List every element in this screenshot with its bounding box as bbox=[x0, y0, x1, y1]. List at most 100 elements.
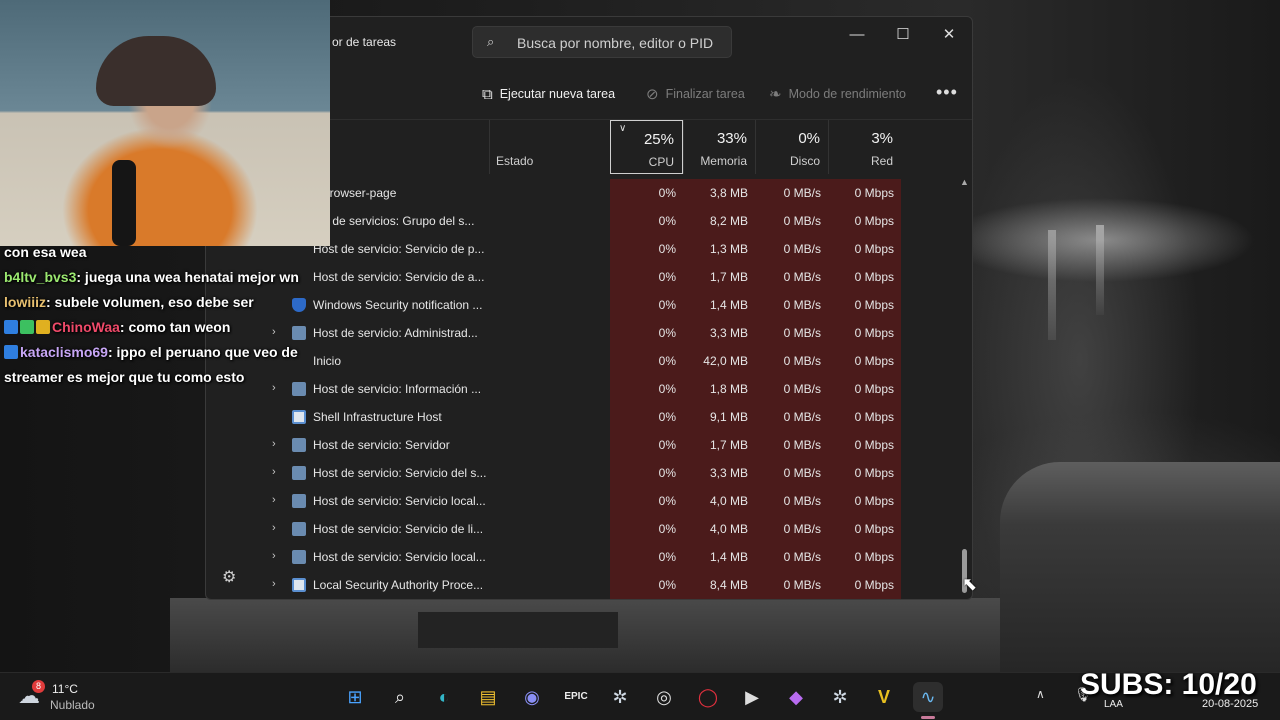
process-network: 0 Mbps bbox=[854, 382, 894, 396]
process-memory: 3,3 MB bbox=[709, 466, 748, 480]
process-cpu: 0% bbox=[658, 410, 676, 424]
process-row[interactable]: › Host de servicio: Servidor 0% 1,7 MB 0 MB/… bbox=[206, 431, 946, 459]
windows-start-icon[interactable]: ⊞ bbox=[340, 682, 370, 712]
chat-badge-icon bbox=[36, 320, 50, 334]
process-row[interactable]: › Host de servicio: Servicio del s... 0% 3,… bbox=[206, 459, 946, 487]
gear-icon bbox=[292, 494, 306, 508]
process-cpu: 0% bbox=[658, 186, 676, 200]
column-label: CPU bbox=[648, 155, 674, 169]
maximize-button[interactable]: ☐ bbox=[880, 21, 926, 51]
gear-icon bbox=[292, 550, 306, 564]
process-disk: 0 MB/s bbox=[783, 382, 821, 396]
chat-text: : subele volumen, eso debe ser bbox=[46, 294, 254, 310]
steam-icon[interactable]: ✲ bbox=[605, 682, 635, 712]
media-player-icon[interactable]: ▶ bbox=[737, 682, 767, 712]
process-disk: 0 MB/s bbox=[783, 522, 821, 536]
column-header-status[interactable]: Estado bbox=[489, 120, 610, 174]
expand-chevron-icon[interactable]: › bbox=[272, 494, 276, 506]
column-label: Estado bbox=[496, 154, 534, 168]
epic-games-icon[interactable]: EPIC bbox=[561, 682, 591, 712]
process-memory: 8,2 MB bbox=[709, 214, 748, 228]
background-object bbox=[1000, 462, 1280, 672]
column-header-disk[interactable]: 0% Disco bbox=[755, 120, 828, 174]
end-task-label: Finalizar tarea bbox=[665, 87, 745, 101]
background-desk-panel bbox=[418, 612, 618, 648]
process-memory: 3,3 MB bbox=[709, 326, 748, 340]
process-cpu: 0% bbox=[658, 438, 676, 452]
process-memory: 4,0 MB bbox=[709, 494, 748, 508]
expand-chevron-icon[interactable]: › bbox=[272, 578, 276, 590]
app-window-icon bbox=[292, 410, 306, 424]
process-network: 0 Mbps bbox=[854, 242, 894, 256]
minimize-button[interactable]: — bbox=[834, 21, 880, 51]
weather-badge: 8 bbox=[32, 680, 45, 693]
run-new-task-button[interactable]: ⧉ Ejecutar nueva tarea bbox=[482, 83, 615, 105]
column-label: Red bbox=[870, 154, 893, 168]
task-manager-icon[interactable]: ∿ bbox=[913, 682, 943, 712]
search-icon[interactable]: ⌕ bbox=[385, 682, 415, 712]
process-name: ost de servicios: Grupo del s... bbox=[313, 214, 475, 228]
weather-temperature[interactable]: 11°C bbox=[52, 682, 78, 696]
process-disk: 0 MB/s bbox=[783, 186, 821, 200]
process-row[interactable]: Shell Infrastructure Host 0% 9,1 MB 0 MB/s 0… bbox=[206, 403, 946, 431]
edge-browser-icon[interactable]: ◐ bbox=[429, 682, 459, 712]
column-header-memory[interactable]: 33% Memoria bbox=[683, 120, 755, 174]
process-memory: 3,8 MB bbox=[709, 186, 748, 200]
chat-message: kataclismo69: ippo el peruano que veo de bbox=[4, 340, 324, 365]
steam-icon[interactable]: ✲ bbox=[825, 682, 855, 712]
column-header-network[interactable]: 3% Red bbox=[828, 120, 901, 174]
process-cpu: 0% bbox=[658, 354, 676, 368]
process-row[interactable]: › Host de servicio: Servicio local... 0% 1,… bbox=[206, 543, 946, 571]
process-row[interactable]: › Host de servicio: Servicio de li... 0% 4,… bbox=[206, 515, 946, 543]
chat-username: kataclismo69 bbox=[20, 344, 108, 360]
process-name: Host de servicio: Servicio de li... bbox=[313, 522, 484, 536]
process-disk: 0 MB/s bbox=[783, 354, 821, 368]
scroll-up-icon[interactable]: ▲ bbox=[960, 177, 969, 187]
process-network: 0 Mbps bbox=[854, 550, 894, 564]
vpn-icon[interactable]: ◆ bbox=[781, 682, 811, 712]
process-row[interactable]: › Host de servicio: Servicio local... 0% 4,… bbox=[206, 487, 946, 515]
process-network: 0 Mbps bbox=[854, 578, 894, 592]
obs-icon[interactable]: ◎ bbox=[649, 682, 679, 712]
discord-icon[interactable]: ◉ bbox=[517, 682, 547, 712]
process-disk: 0 MB/s bbox=[783, 550, 821, 564]
network-percent: 3% bbox=[871, 130, 893, 147]
end-task-button[interactable]: ⊘ Finalizar tarea bbox=[646, 83, 745, 105]
process-network: 0 Mbps bbox=[854, 410, 894, 424]
process-name: Host de servicio: Servicio local... bbox=[313, 550, 486, 564]
chat-username: ChinoWaa bbox=[52, 319, 120, 335]
efficiency-mode-button[interactable]: ❧ Modo de rendimiento bbox=[769, 83, 906, 105]
process-memory: 1,8 MB bbox=[709, 382, 748, 396]
gear-icon bbox=[292, 522, 306, 536]
chat-text: : como tan weon bbox=[119, 319, 231, 335]
chat-text: : ippo el peruano que veo de bbox=[107, 344, 298, 360]
settings-gear-icon[interactable]: ⚙ bbox=[222, 567, 236, 587]
webcam-overlay bbox=[0, 0, 330, 246]
process-cpu: 0% bbox=[658, 466, 676, 480]
more-options-button[interactable]: ••• bbox=[936, 81, 958, 103]
opera-gx-icon[interactable]: ◯ bbox=[693, 682, 723, 712]
chat-message: streamer es mejor que tu como esto bbox=[4, 365, 324, 390]
new-task-icon: ⧉ bbox=[482, 85, 493, 103]
process-name: Host de servicio: Servicio de p... bbox=[313, 242, 485, 256]
process-disk: 0 MB/s bbox=[783, 410, 821, 424]
process-memory: 9,1 MB bbox=[709, 410, 748, 424]
weather-description[interactable]: Nublado bbox=[50, 698, 95, 712]
expand-chevron-icon[interactable]: › bbox=[272, 522, 276, 534]
close-button[interactable]: ✕ bbox=[926, 21, 972, 51]
process-network: 0 Mbps bbox=[854, 494, 894, 508]
process-cpu: 0% bbox=[658, 494, 676, 508]
expand-chevron-icon[interactable]: › bbox=[272, 466, 276, 478]
process-row[interactable]: › Local Security Authority Proce... 0% 8,4 … bbox=[206, 571, 946, 599]
process-cpu: 0% bbox=[658, 298, 676, 312]
column-header-cpu[interactable]: ∨ 25% CPU bbox=[610, 120, 683, 174]
file-explorer-icon[interactable]: ▤ bbox=[473, 682, 503, 712]
search-input[interactable] bbox=[517, 33, 717, 53]
expand-chevron-icon[interactable]: › bbox=[272, 438, 276, 450]
active-app-indicator bbox=[921, 716, 935, 719]
expand-chevron-icon[interactable]: › bbox=[272, 550, 276, 562]
search-box[interactable]: ⌕ bbox=[472, 26, 732, 58]
chevron-up-icon[interactable]: ∧ bbox=[1036, 687, 1045, 701]
vegas-icon[interactable]: V bbox=[869, 682, 899, 712]
scrollbar[interactable]: ▲ bbox=[960, 177, 970, 599]
